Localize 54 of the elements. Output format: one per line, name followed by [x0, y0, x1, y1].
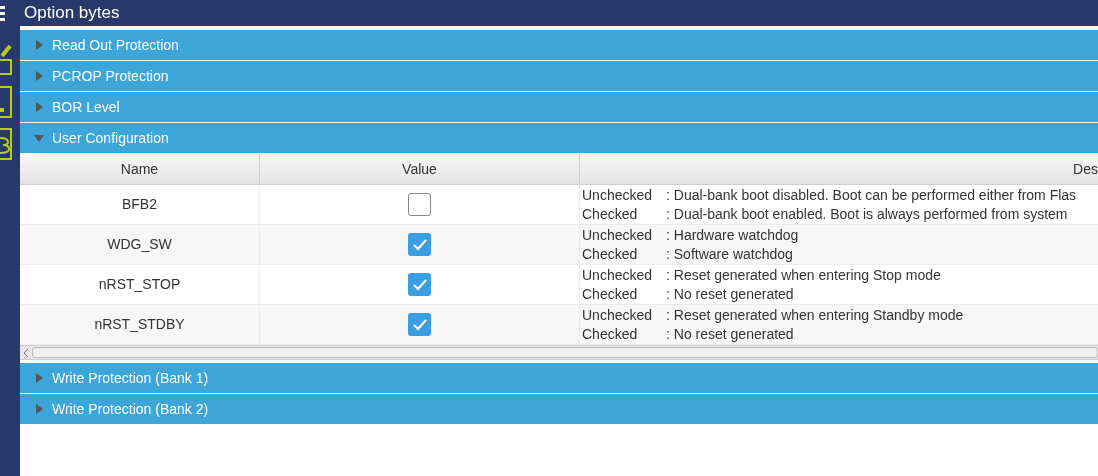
section-header[interactable]: Read Out Protection [20, 30, 1098, 60]
caret-right-icon [34, 373, 44, 383]
table-cell-text: nRST_STDBY [94, 315, 185, 334]
section-header[interactable]: Write Protection (Bank 1) [20, 363, 1098, 393]
section-title: Write Protection (Bank 1) [52, 368, 209, 388]
description-text: : No reset generated [666, 324, 794, 344]
edit-icon[interactable] [0, 42, 13, 76]
checkbox[interactable] [408, 273, 431, 296]
option-label: Unchecked [582, 305, 654, 325]
window-title: Option bytes [24, 2, 120, 25]
description-text: : No reset generated [666, 284, 794, 304]
table-cell-text: WDG_SW [107, 235, 172, 254]
description-text: : Software watchdog [666, 244, 793, 264]
menu-icon[interactable] [0, 5, 5, 21]
description-text: : Dual-bank boot enabled. Boot is always performed from system [666, 204, 1068, 224]
option-label: Checked [582, 244, 639, 264]
caret-right-icon [34, 102, 44, 112]
section-header[interactable]: BOR Level [20, 92, 1098, 122]
horizontal-scrollbar[interactable] [20, 345, 1098, 360]
b-icon[interactable] [0, 128, 13, 160]
description-text: : Reset generated when entering Standby mode [666, 305, 964, 325]
option-label: Unchecked [582, 225, 654, 245]
caret-right-icon [34, 40, 44, 50]
section-header[interactable]: User Configuration [20, 123, 1098, 153]
scrollbar-thumb[interactable] [32, 347, 1098, 358]
caret-right-icon [34, 404, 44, 414]
checkmark-icon [411, 277, 428, 292]
option-label: Checked [582, 324, 639, 344]
checkbox[interactable] [408, 313, 431, 336]
table-cell-text: nRST_STOP [98, 275, 181, 294]
description-text: : Dual-bank boot disabled. Boot can be performed either from Flas [666, 185, 1077, 205]
section-title: BOR Level [52, 97, 120, 117]
option-label: Checked [582, 204, 639, 224]
checkbox[interactable] [408, 193, 431, 216]
section-title: PCROP Protection [52, 66, 169, 86]
section-title: Write Protection (Bank 2) [52, 399, 209, 419]
checkmark-icon [411, 237, 428, 252]
description-text: : Hardware watchdog [666, 225, 799, 245]
option-label: Unchecked [582, 185, 654, 205]
section-title: Read Out Protection [52, 35, 179, 55]
checkmark-icon [411, 317, 428, 332]
checkbox[interactable] [408, 233, 431, 256]
section-header[interactable]: PCROP Protection [20, 61, 1098, 91]
table-cell-text: BFB2 [122, 195, 157, 214]
caret-down-icon [34, 133, 44, 143]
option-label: Unchecked [582, 265, 654, 285]
option-label: Checked [582, 284, 639, 304]
column-header[interactable]: Name [20, 154, 260, 184]
column-header[interactable]: Des [580, 154, 1098, 184]
caret-right-icon [34, 71, 44, 81]
description-text: : Reset generated when entering Stop mode [666, 265, 941, 285]
column-header[interactable]: Value [260, 154, 580, 184]
section-title: User Configuration [52, 128, 169, 148]
section-header[interactable]: Write Protection (Bank 2) [20, 394, 1098, 424]
